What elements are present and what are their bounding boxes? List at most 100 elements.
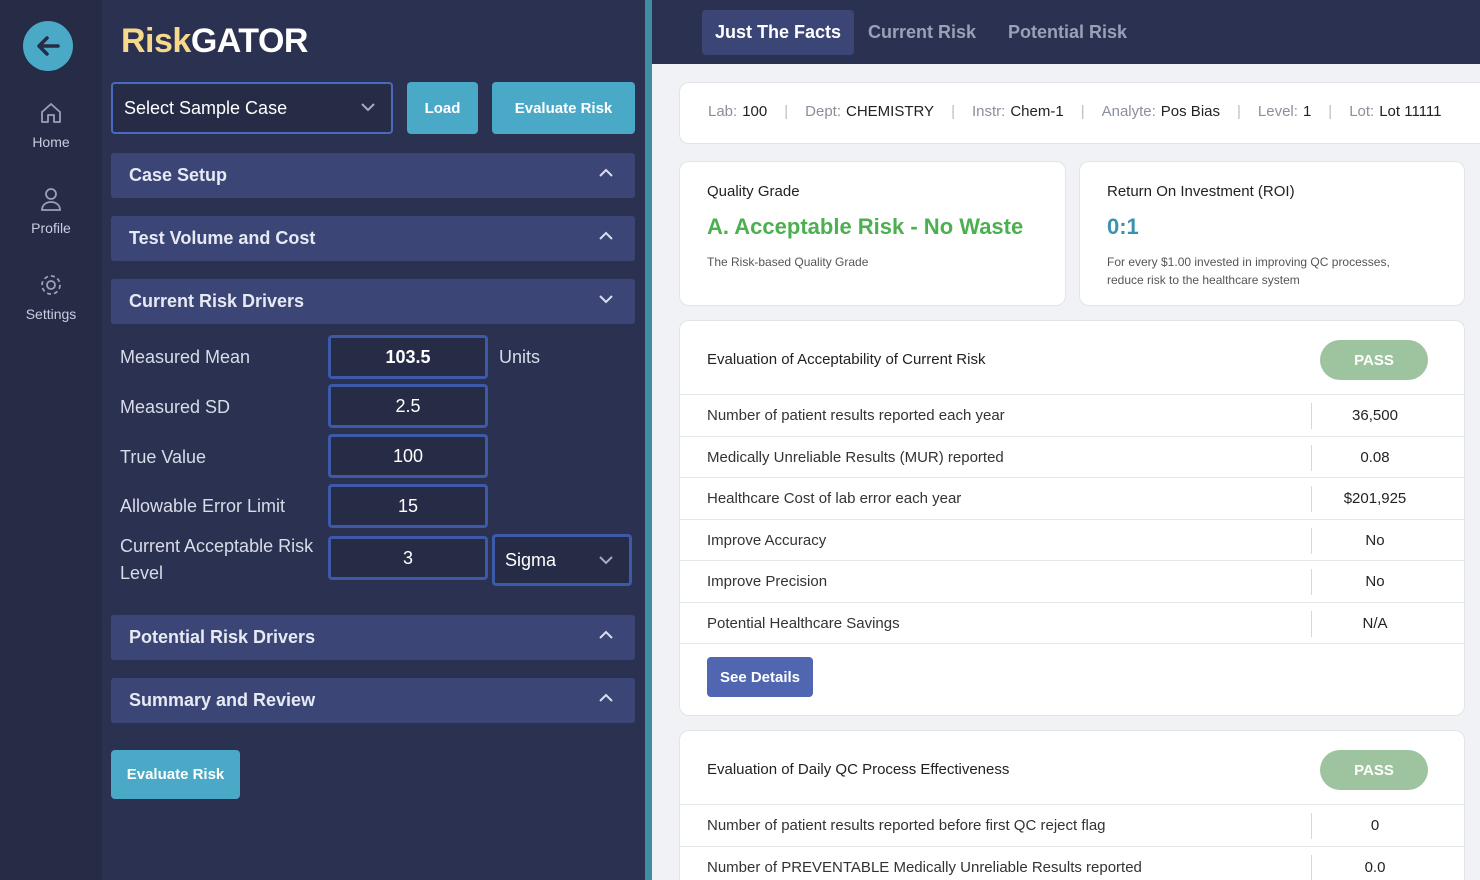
nav-home[interactable]: Home (0, 100, 102, 150)
chevron-up-icon (599, 231, 613, 240)
level-label: Level: (1257, 103, 1298, 120)
sigma-select[interactable]: Sigma (492, 534, 632, 586)
lab-value: 100 (742, 103, 768, 120)
true-value-input[interactable]: 100 (328, 434, 488, 478)
row-label: Medically Unreliable Results (MUR) repor… (707, 449, 1004, 466)
sample-case-value: Select Sample Case (124, 98, 288, 118)
see-details-button[interactable]: See Details (707, 657, 813, 697)
gear-icon (41, 275, 61, 295)
tab-current-risk[interactable]: Current Risk (855, 10, 989, 55)
separator: | (1237, 103, 1241, 120)
evaluate-risk-bottom-button[interactable]: Evaluate Risk (111, 750, 240, 799)
roi-desc-line2: reduce risk to the healthcare system (1107, 273, 1300, 287)
back-button[interactable] (23, 21, 73, 71)
accordion-case-setup-label: Case Setup (129, 165, 228, 185)
nav-settings-label: Settings (25, 306, 77, 322)
status-badge: PASS (1320, 340, 1428, 380)
row-divider (680, 643, 1465, 644)
measured-mean-input[interactable]: 103.5 (328, 335, 488, 379)
brand-logo: RiskGATOR (121, 22, 308, 61)
dept-label: Dept: (805, 103, 841, 120)
row-label: Number of PREVENTABLE Medically Unreliab… (707, 859, 1142, 876)
chevron-up-icon (599, 630, 613, 639)
qc-effectiveness-card: Evaluation of Daily QC Process Effective… (679, 730, 1465, 880)
control-panel: RiskGATOR Select Sample Case Load Evalua… (102, 0, 645, 880)
dept-value: CHEMISTRY (846, 103, 935, 120)
row-label: Number of patient results reported befor… (707, 817, 1106, 834)
accordion-potential-risk-label: Potential Risk Drivers (129, 627, 316, 647)
chevron-up-icon (599, 693, 613, 702)
accordion-test-volume[interactable]: Test Volume and Cost (111, 216, 635, 261)
quality-grade-value: A. Acceptable Risk - No Waste (707, 214, 1024, 239)
accordion-current-risk[interactable]: Current Risk Drivers (111, 279, 635, 324)
acceptable-risk-label-line1: Current Acceptable Risk (120, 536, 314, 556)
table-row: Potential Healthcare Savings N/A (680, 602, 1465, 644)
separator: | (1080, 103, 1085, 120)
nav-settings[interactable]: Settings (0, 272, 102, 322)
load-button[interactable]: Load (407, 82, 478, 134)
chevron-down-icon (361, 103, 375, 112)
row-value: 0 (1370, 817, 1380, 834)
nav-rail: Home Profile Settings (0, 0, 102, 880)
measured-sd-label: Measured SD (120, 397, 231, 417)
roi-desc-line1: For every $1.00 invested in improving QC… (1107, 255, 1390, 269)
nav-profile[interactable]: Profile (0, 186, 102, 236)
chevron-down-icon (599, 556, 613, 565)
brand-part1: Risk (121, 22, 191, 60)
roi-card: Return On Investment (ROI) 0:1 For every… (1079, 161, 1465, 306)
sample-case-select[interactable]: Select Sample Case (111, 82, 393, 134)
home-icon (41, 103, 61, 123)
acceptable-risk-input[interactable]: 3 (328, 536, 488, 580)
analyte-value: Pos Bias (1160, 103, 1220, 120)
row-label: Improve Accuracy (707, 532, 827, 549)
tab-just-the-facts[interactable]: Just The Facts (702, 10, 855, 55)
user-icon (41, 188, 61, 211)
tab-potential-risk[interactable]: Potential Risk (995, 10, 1140, 55)
current-eval-title: Evaluation of Acceptability of Current R… (707, 351, 986, 368)
accordion-test-volume-label: Test Volume and Cost (129, 228, 316, 248)
current-risk-evaluation-card: Evaluation of Acceptability of Current R… (679, 320, 1465, 716)
accordion-current-risk-label: Current Risk Drivers (129, 291, 305, 311)
chevron-up-icon (599, 168, 613, 177)
accordion-summary[interactable]: Summary and Review (111, 678, 635, 723)
instr-label: Instr: (971, 103, 1006, 120)
accordion-summary-label: Summary and Review (129, 690, 316, 710)
roi-title: Return On Investment (ROI) (1107, 183, 1295, 200)
table-row: Number of PREVENTABLE Medically Unreliab… (680, 846, 1465, 880)
roi-desc: For every $1.00 invested in improving QC… (1107, 253, 1390, 289)
row-value: No (1365, 573, 1385, 590)
row-value: $201,925 (1343, 490, 1407, 507)
table-row: Healthcare Cost of lab error each year $2… (680, 477, 1465, 519)
status-badge: PASS (1320, 750, 1428, 790)
measured-mean-label: Measured Mean (120, 347, 251, 367)
table-row: Improve Precision No (680, 560, 1465, 602)
row-label: Number of patient results reported each … (707, 407, 1005, 424)
separator: | (784, 103, 789, 120)
row-value: 0.0 (1364, 859, 1386, 876)
analyte-label: Analyte: (1101, 103, 1156, 120)
accordion-case-setup[interactable]: Case Setup (111, 153, 635, 198)
table-row: Number of patient results reported each … (680, 394, 1465, 436)
lot-value: Lot 11111 (1379, 103, 1442, 120)
allowable-error-input[interactable]: 15 (328, 484, 488, 528)
panel-resize-handle[interactable] (645, 0, 652, 880)
arrow-left-icon (37, 36, 60, 56)
table-row: Medically Unreliable Results (MUR) repor… (680, 436, 1465, 478)
measured-mean-unit: Units (499, 347, 541, 367)
table-row: Improve Accuracy No (680, 519, 1465, 561)
qc-eval-title: Evaluation of Daily QC Process Effective… (707, 761, 1010, 778)
sigma-select-value: Sigma (505, 549, 557, 570)
results-panel: Just The Facts Current Risk Potential Ri… (652, 0, 1480, 880)
row-label: Healthcare Cost of lab error each year (707, 490, 962, 507)
measured-sd-input[interactable]: 2.5 (328, 384, 488, 428)
evaluate-risk-button[interactable]: Evaluate Risk (492, 82, 635, 134)
quality-grade-card: Quality Grade A. Acceptable Risk - No Wa… (679, 161, 1066, 306)
true-value-label: True Value (120, 447, 207, 467)
accordion-potential-risk[interactable]: Potential Risk Drivers (111, 615, 635, 660)
acceptable-risk-label-line2: Level (120, 563, 164, 583)
brand-part2: GATOR (190, 22, 309, 60)
table-row: Number of patient results reported befor… (680, 804, 1465, 846)
tab-bar: Just The Facts Current Risk Potential Ri… (652, 0, 1480, 64)
level-value: 1 (1302, 103, 1312, 120)
lab-label: Lab: (708, 103, 738, 120)
